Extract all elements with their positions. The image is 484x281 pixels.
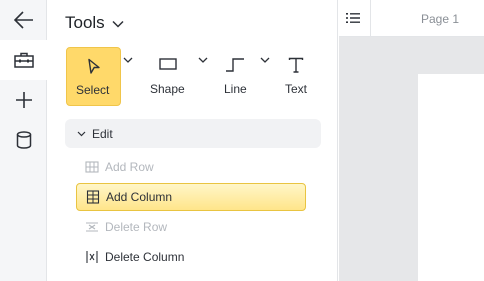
canvas-page[interactable] — [418, 74, 484, 281]
edit-section-header[interactable]: Edit — [65, 119, 321, 148]
canvas-topbar: Page 1 — [339, 0, 484, 37]
delete-column-item[interactable]: Delete Column — [76, 243, 306, 271]
add-column-item[interactable]: Add Column — [76, 183, 306, 211]
text-tool-label: Text — [285, 82, 308, 96]
topbar-divider — [370, 0, 371, 37]
line-tool[interactable]: Line — [216, 47, 256, 106]
select-tool[interactable]: Select — [66, 47, 121, 106]
toolbox-button[interactable] — [0, 40, 48, 80]
shape-tool[interactable]: Shape — [146, 47, 190, 106]
database-icon — [16, 131, 31, 149]
cursor-icon — [88, 58, 100, 74]
data-button[interactable] — [0, 120, 47, 160]
panel-title: Tools — [65, 13, 105, 32]
back-arrow-icon — [13, 11, 33, 29]
page-label[interactable]: Page 1 — [421, 12, 459, 26]
chevron-down-icon — [112, 20, 124, 28]
add-row-item: Add Row — [76, 153, 306, 181]
select-options-chevron-icon[interactable] — [123, 57, 133, 64]
select-tool-label: Select — [76, 83, 110, 97]
delete-row-label: Delete Row — [105, 220, 168, 234]
list-icon[interactable] — [345, 11, 361, 25]
back-button[interactable] — [0, 0, 47, 40]
delete-column-icon — [86, 251, 98, 263]
add-column-icon — [86, 190, 100, 204]
canvas-area[interactable]: Page 1 — [339, 0, 484, 281]
rectangle-icon — [159, 58, 177, 70]
left-rail — [0, 0, 48, 281]
delete-row-icon — [86, 222, 98, 232]
delete-column-label: Delete Column — [105, 250, 185, 264]
edit-section-label: Edit — [92, 126, 113, 141]
line-tool-label: Line — [224, 82, 247, 96]
toolbox-icon — [14, 52, 34, 68]
text-icon — [288, 57, 304, 73]
add-column-label: Add Column — [106, 190, 173, 204]
line-options-chevron-icon[interactable] — [260, 57, 270, 64]
chevron-down-icon — [77, 131, 86, 136]
plus-icon — [15, 92, 32, 108]
shape-tool-label: Shape — [150, 82, 185, 96]
add-row-icon — [85, 161, 99, 173]
text-tool[interactable]: Text — [280, 47, 312, 106]
add-button[interactable] — [0, 80, 47, 120]
shape-options-chevron-icon[interactable] — [198, 57, 208, 64]
elbow-line-icon — [226, 58, 244, 72]
add-row-label: Add Row — [105, 160, 154, 174]
tools-panel: Tools Select Shape Line Text Edit Add Ro… — [48, 0, 338, 281]
delete-row-item: Delete Row — [76, 213, 306, 241]
tools-header[interactable]: Tools — [65, 13, 124, 33]
